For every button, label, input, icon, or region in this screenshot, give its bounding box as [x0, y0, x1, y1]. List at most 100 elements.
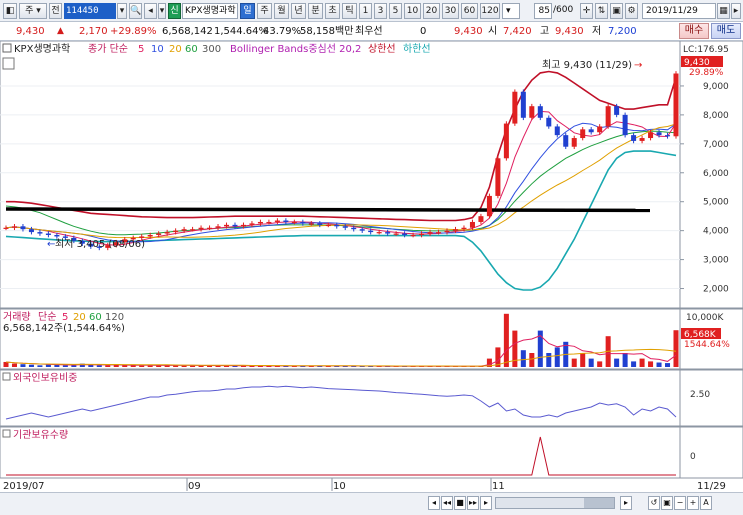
reset-icon[interactable]: ↺	[648, 496, 660, 510]
speaker-icon[interactable]: ◂	[144, 3, 157, 19]
high-label: 고	[540, 26, 550, 37]
sell-button[interactable]: 매도	[711, 23, 741, 39]
volume-bar	[546, 353, 552, 367]
x-label-jul: 2019/07	[3, 481, 45, 492]
stop-icon[interactable]: ■	[454, 496, 466, 510]
candle-body	[665, 135, 671, 137]
legend-color-icon[interactable]	[2, 43, 12, 53]
volume-ma5: 5	[62, 312, 68, 323]
candle-body	[614, 106, 620, 115]
tab-day[interactable]: 일	[240, 3, 255, 19]
market-select[interactable]: 주 ▾	[19, 3, 47, 19]
minute-option-1[interactable]: 1	[359, 3, 372, 19]
stock-code-input[interactable]: 114450	[64, 3, 116, 19]
tab-tick[interactable]: 틱	[342, 3, 357, 19]
tab-minute[interactable]: 분	[308, 3, 323, 19]
stock-name-field[interactable]: KPX생명과학	[182, 3, 238, 19]
scrollbar-thumb[interactable]	[584, 498, 614, 508]
legend-bb-label: Bollinger Bands중심선 20,2	[230, 43, 361, 55]
speaker-dropdown-icon[interactable]: ▾	[158, 3, 166, 19]
tab-month[interactable]: 월	[274, 3, 289, 19]
inst-panel	[0, 426, 681, 479]
volume-bar	[20, 364, 26, 367]
jeon-button[interactable]: 전	[49, 3, 62, 19]
candle-body	[351, 227, 357, 230]
candle-body	[325, 224, 331, 227]
minute-option-30[interactable]: 30	[442, 3, 459, 19]
tab-year[interactable]: 년	[291, 3, 306, 19]
trade-amount: 58,158백만	[300, 26, 354, 37]
volume-value-text: 6,568,142주(1,544.64%)	[3, 323, 125, 334]
interval-select[interactable]: ▾	[502, 3, 520, 19]
candle-body	[215, 226, 221, 228]
candle-body	[291, 221, 297, 224]
volume-bar	[28, 364, 34, 367]
scrollbar-track[interactable]	[495, 497, 615, 509]
fit-icon[interactable]: ▣	[661, 496, 673, 510]
search-icon[interactable]: 🔍	[129, 3, 142, 19]
scroll-right-icon[interactable]: ▸	[620, 496, 632, 510]
date-input[interactable]: 2019/11/29	[642, 3, 716, 19]
inst-tick: 0	[690, 452, 696, 462]
volume-ma20: 20	[73, 312, 86, 323]
crosshair-icon[interactable]: ✛	[580, 3, 593, 19]
minute-option-60[interactable]: 60	[461, 3, 478, 19]
calendar-icon[interactable]: ▦	[717, 3, 730, 19]
legend-ma10: 10	[151, 44, 164, 55]
inst-toggle-icon[interactable]	[2, 429, 11, 438]
zoom-out-icon[interactable]: −	[674, 496, 686, 510]
scroll-next-icon[interactable]: ▸▸	[467, 496, 479, 510]
minute-option-20[interactable]: 20	[423, 3, 440, 19]
trend-line	[5, 207, 651, 213]
volume-bar	[512, 330, 518, 367]
new-badge: 신	[168, 3, 181, 19]
candle-body	[156, 233, 162, 235]
chart-area[interactable]: KPX생명과학 종가 단순 5 10 20 60 300 Bollinger B…	[0, 40, 743, 515]
max-price-label: 최고 9,430 (11/29)	[542, 59, 632, 71]
page-count-input[interactable]: 85	[534, 3, 552, 19]
save-icon[interactable]: ▣	[610, 3, 623, 19]
code-dropdown-icon[interactable]: ▾	[117, 3, 127, 19]
price-tick-label: 5,000	[703, 198, 729, 208]
tab-second[interactable]: 초	[325, 3, 340, 19]
candle-body	[656, 132, 662, 136]
turnover-percent: 43.79%	[263, 26, 302, 37]
volume-bar	[614, 358, 620, 367]
auto-icon[interactable]: A	[700, 496, 712, 510]
min-price-label: 최저 3,405 (08/06)	[55, 238, 145, 250]
candle-body	[639, 138, 645, 141]
price-tick-label: 9,000	[703, 82, 729, 92]
max-arrow-icon: →	[634, 60, 642, 71]
volume-ratio: 1,544.64%	[214, 26, 269, 37]
next-icon[interactable]: ▸	[731, 3, 741, 19]
scroll-prev-icon[interactable]: ◂◂	[441, 496, 453, 510]
zoom-in-icon[interactable]: +	[687, 496, 699, 510]
scroll-last-icon[interactable]: ▸	[480, 496, 492, 510]
minute-option-3[interactable]: 3	[374, 3, 387, 19]
best-price-value: 0	[420, 26, 427, 37]
best-price-label: 최우선	[355, 26, 383, 37]
price-tick-label: 6,000	[703, 169, 729, 179]
layout-icon[interactable]: ◧	[3, 3, 17, 19]
buy-button[interactable]: 매수	[679, 23, 709, 39]
minute-option-5[interactable]: 5	[389, 3, 402, 19]
candle-body	[54, 234, 60, 237]
volume-badge-pct: 1544.64%	[684, 340, 730, 350]
candle-body	[139, 236, 145, 238]
tab-week[interactable]: 주	[257, 3, 272, 19]
volume-bar	[597, 361, 603, 367]
lines-icon[interactable]: ⇅	[595, 3, 608, 19]
page-total: /600	[553, 5, 574, 15]
scroll-first-icon[interactable]: ◂	[428, 496, 440, 510]
panel-toggle-icon[interactable]	[2, 57, 15, 70]
chart-svg[interactable]: KPX생명과학 종가 단순 5 10 20 60 300 Bollinger B…	[0, 40, 743, 492]
candle-body	[512, 91, 518, 124]
minute-option-10[interactable]: 10	[404, 3, 421, 19]
lc-label: LC:176.95	[683, 45, 729, 55]
volume-ma60: 60	[89, 312, 102, 323]
foreign-toggle-icon[interactable]	[2, 372, 11, 381]
up-arrow-icon: ▲	[57, 26, 64, 36]
minute-option-120[interactable]: 120	[480, 3, 500, 19]
gear-icon[interactable]: ⚙	[625, 3, 638, 19]
volume-panel	[0, 308, 681, 370]
